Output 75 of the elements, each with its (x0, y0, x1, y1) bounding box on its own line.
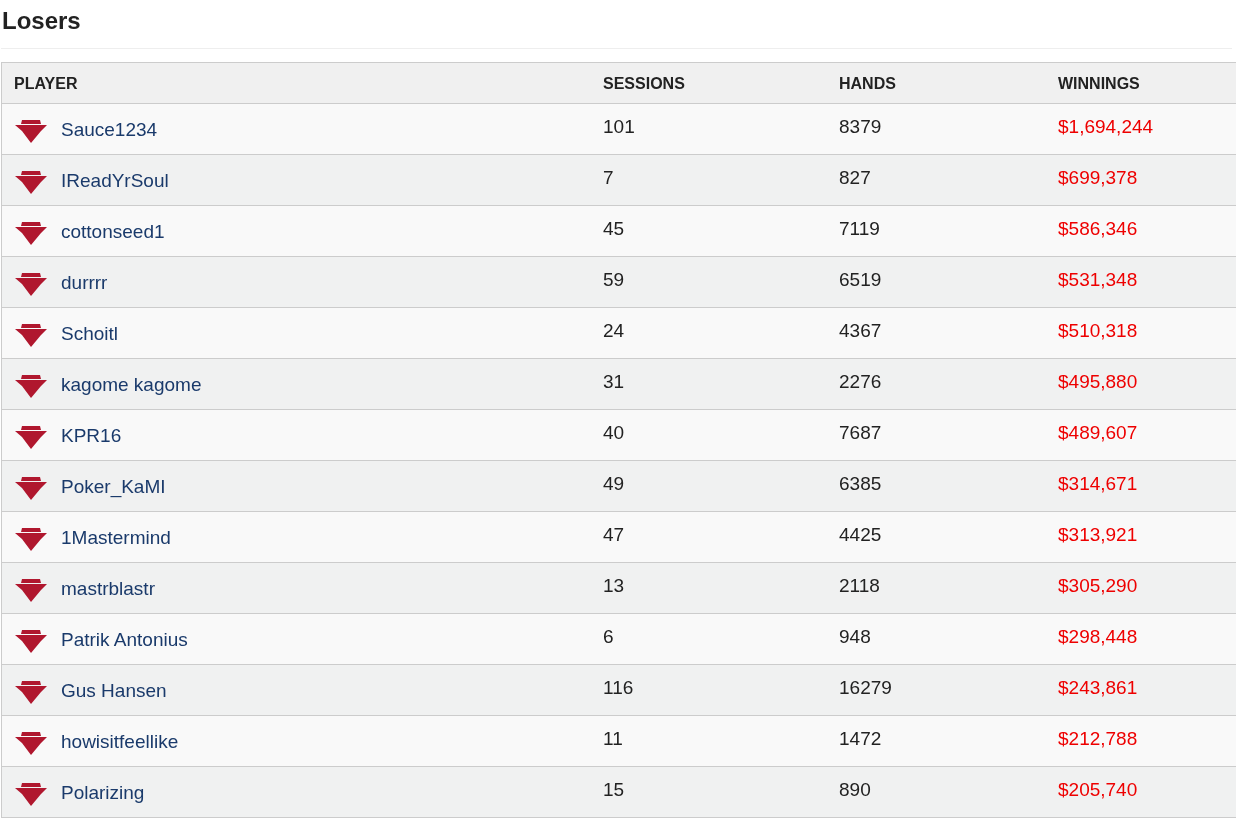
shield-logo-icon (14, 780, 48, 806)
player-link[interactable]: cottonseed1 (61, 221, 165, 243)
table-cell: 6 (603, 613, 839, 665)
table-cell: 890 (839, 766, 1058, 818)
table-cell: 8379 (839, 103, 1058, 155)
table-cell: 116 (603, 664, 839, 716)
table-cell: $298,448 (1058, 613, 1236, 665)
player-link[interactable]: durrrr (61, 272, 108, 294)
table-cell: 16279 (839, 664, 1058, 716)
player-link[interactable]: Poker_KaMI (61, 476, 166, 498)
shield-logo-icon (14, 627, 48, 653)
table-cell: 7119 (839, 205, 1058, 257)
player-link[interactable]: kagome kagome (61, 374, 202, 396)
player-link[interactable]: mastrblastr (61, 578, 155, 600)
table-cell: 101 (603, 103, 839, 155)
table-cell: 7687 (839, 409, 1058, 461)
table-cell: 2276 (839, 358, 1058, 410)
table-cell: $495,880 (1058, 358, 1236, 410)
table-cell: $313,921 (1058, 511, 1236, 563)
table-cell: 13 (603, 562, 839, 614)
table-cell: 948 (839, 613, 1058, 665)
table-cell: $1,694,244 (1058, 103, 1236, 155)
player-link[interactable]: 1Mastermind (61, 527, 171, 549)
table-cell: 47 (603, 511, 839, 563)
table-cell: $531,348 (1058, 256, 1236, 308)
player-link[interactable]: Patrik Antonius (61, 629, 188, 651)
table-cell: 59 (603, 256, 839, 308)
shield-logo-icon (14, 168, 48, 194)
table-cell: $205,740 (1058, 766, 1236, 818)
player-link[interactable]: KPR16 (61, 425, 122, 447)
column-header: PLAYER (1, 62, 603, 104)
table-cell: 6519 (839, 256, 1058, 308)
table-cell: $243,861 (1058, 664, 1236, 716)
shield-logo-icon (14, 474, 48, 500)
table-cell: $510,318 (1058, 307, 1236, 359)
player-link[interactable]: Gus Hansen (61, 680, 167, 702)
table-cell: 4367 (839, 307, 1058, 359)
table-cell: $314,671 (1058, 460, 1236, 512)
section-title: Losers (1, 6, 82, 36)
table-cell: 4425 (839, 511, 1058, 563)
table-cell: 6385 (839, 460, 1058, 512)
table-cell: 827 (839, 154, 1058, 206)
shield-logo-icon (14, 678, 48, 704)
table-cell: 2118 (839, 562, 1058, 614)
player-link[interactable]: IReadYrSoul (61, 170, 169, 192)
shield-logo-icon (14, 219, 48, 245)
table-cell: 49 (603, 460, 839, 512)
player-link[interactable]: Polarizing (61, 782, 145, 804)
column-header: WINNINGS (1058, 62, 1236, 104)
table-cell: 15 (603, 766, 839, 818)
column-header: HANDS (839, 62, 1058, 104)
shield-logo-icon (14, 576, 48, 602)
shield-logo-icon (14, 270, 48, 296)
table-cell: 7 (603, 154, 839, 206)
table-cell: $699,378 (1058, 154, 1236, 206)
table-cell: 1472 (839, 715, 1058, 767)
table-cell: $305,290 (1058, 562, 1236, 614)
table-cell: 40 (603, 409, 839, 461)
shield-logo-icon (14, 423, 48, 449)
table-cell: $212,788 (1058, 715, 1236, 767)
table-cell: 11 (603, 715, 839, 767)
table-cell: 24 (603, 307, 839, 359)
shield-logo-icon (14, 372, 48, 398)
table-cell: $586,346 (1058, 205, 1236, 257)
shield-logo-icon (14, 729, 48, 755)
shield-logo-icon (14, 321, 48, 347)
shield-logo-icon (14, 117, 48, 143)
column-header: SESSIONS (603, 62, 839, 104)
player-link[interactable]: Schoitl (61, 323, 119, 345)
player-link[interactable]: Sauce1234 (61, 119, 158, 141)
table-cell: 45 (603, 205, 839, 257)
table-cell: $489,607 (1058, 409, 1236, 461)
table-cell: 31 (603, 358, 839, 410)
player-link[interactable]: howisitfeellike (61, 731, 179, 753)
shield-logo-icon (14, 525, 48, 551)
